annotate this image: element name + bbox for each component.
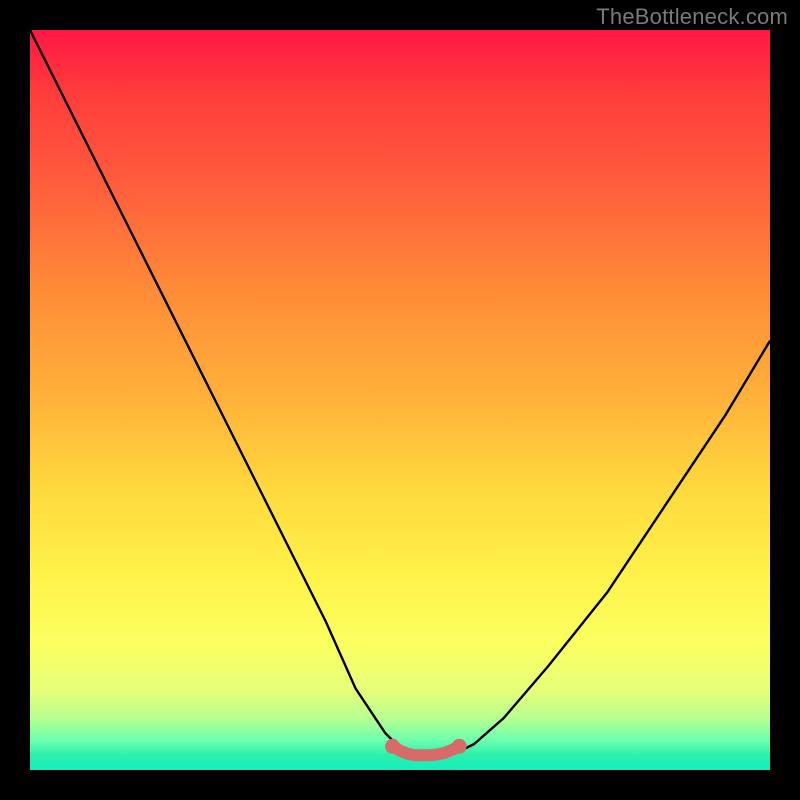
bottleneck-curve-line <box>30 30 770 755</box>
chart-frame: TheBottleneck.com <box>0 0 800 800</box>
curve-overlay <box>30 30 770 770</box>
optimal-region-marker <box>385 739 467 755</box>
plot-area <box>30 30 770 770</box>
watermark-text: TheBottleneck.com <box>596 4 788 30</box>
